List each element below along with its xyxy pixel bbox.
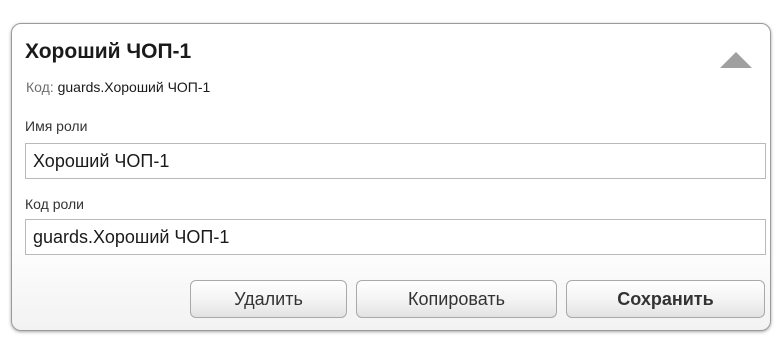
role-name-label: Имя роли: [25, 118, 88, 134]
code-label: Код:: [26, 79, 54, 95]
role-editor-page: Хороший ЧОП-1 Код: guards.Хороший ЧОП-1 …: [0, 0, 781, 339]
delete-button[interactable]: Удалить: [190, 280, 347, 318]
save-button[interactable]: Сохранить: [566, 280, 765, 318]
code-value: guards.Хороший ЧОП-1: [57, 79, 211, 95]
role-code-label: Код роли: [25, 196, 84, 212]
role-name-input[interactable]: [25, 143, 766, 179]
role-code-input[interactable]: [25, 219, 766, 255]
copy-button[interactable]: Копировать: [356, 280, 557, 318]
panel-title: Хороший ЧОП-1: [25, 40, 192, 63]
collapse-button[interactable]: [718, 50, 754, 70]
role-code-line: Код: guards.Хороший ЧОП-1: [26, 79, 210, 95]
triangle-up-icon: [720, 52, 752, 68]
